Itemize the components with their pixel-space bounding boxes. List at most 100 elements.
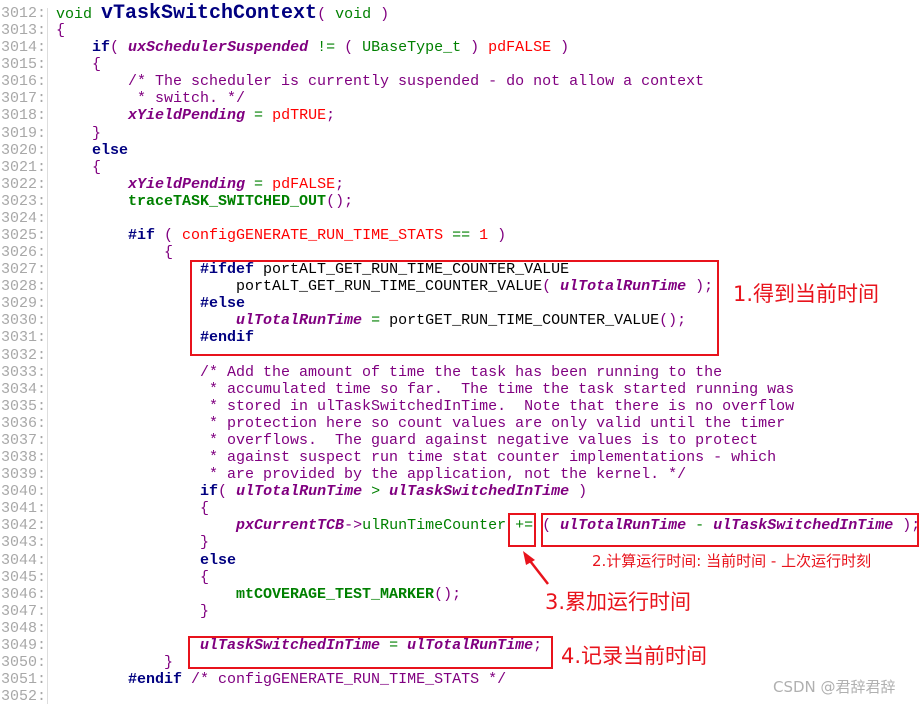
line-number: 3029: bbox=[0, 295, 46, 313]
highlight-box-record-time bbox=[188, 636, 553, 669]
line-number: 3044: bbox=[0, 551, 46, 569]
line-number: 3037: bbox=[0, 431, 46, 449]
code-text: xYieldPending = pdFALSE; bbox=[56, 176, 344, 193]
code-token: ) bbox=[560, 39, 570, 57]
code-token: mtCOVERAGE_TEST_MARKER bbox=[236, 585, 435, 603]
code-token: 1 bbox=[479, 227, 498, 245]
highlight-box-compute-runtime bbox=[541, 513, 919, 547]
line-number: 3046: bbox=[0, 585, 46, 603]
line-number: 3043: bbox=[0, 534, 46, 552]
code-token: /* Add the amount of time the task has b… bbox=[56, 363, 723, 381]
code-token: if bbox=[200, 483, 219, 501]
line-number: 3014: bbox=[0, 39, 46, 57]
code-token: } bbox=[56, 534, 210, 552]
code-text: xYieldPending = pdTRUE; bbox=[56, 107, 335, 124]
line-number: 3041: bbox=[0, 500, 46, 518]
code-token: ( bbox=[110, 39, 129, 57]
line-number: 3015: bbox=[0, 56, 46, 74]
code-token: * stored in ulTaskSwitchedInTime. Note t… bbox=[56, 397, 795, 415]
line-number: 3020: bbox=[0, 141, 46, 159]
code-token: ; bbox=[326, 107, 336, 125]
code-text: else bbox=[56, 552, 236, 569]
line-number: 3022: bbox=[0, 175, 46, 193]
annotation-accumulate-runtime: 3.累加运行时间 bbox=[545, 590, 692, 614]
code-text: #if ( configGENERATE_RUN_TIME_STATS == 1… bbox=[56, 227, 506, 244]
code-token: ( bbox=[164, 227, 183, 245]
gutter-divider bbox=[47, 8, 48, 704]
code-text: } bbox=[56, 603, 209, 620]
line-number: 3021: bbox=[0, 158, 46, 176]
code-text: #endif /* configGENERATE_RUN_TIME_STATS … bbox=[56, 671, 506, 688]
code-token: pdFALSE bbox=[488, 39, 561, 57]
code-token: * accumulated time so far. The time the … bbox=[56, 380, 795, 398]
code-token: else bbox=[200, 551, 237, 569]
line-number: 3050: bbox=[0, 653, 46, 671]
code-token: { bbox=[56, 22, 66, 40]
code-token: > bbox=[362, 483, 390, 501]
code-token: { bbox=[56, 56, 102, 74]
code-text: * switch. */ bbox=[56, 90, 245, 107]
code-token: configGENERATE_RUN_TIME_STATS bbox=[182, 227, 453, 245]
code-token: { bbox=[56, 244, 174, 262]
annotation-compute-runtime: 2.计算运行时间: 当前时间 - 上次运行时刻 bbox=[592, 552, 872, 570]
code-token: == bbox=[452, 227, 480, 245]
code-token: pxCurrentTCB bbox=[236, 517, 345, 535]
line-number: 3039: bbox=[0, 466, 46, 484]
code-token: (); bbox=[434, 585, 462, 603]
code-text: if( uxSchedulerSuspended != ( UBaseType_… bbox=[56, 39, 569, 56]
code-token: } bbox=[56, 124, 102, 142]
code-text: /* Add the amount of time the task has b… bbox=[56, 364, 722, 381]
code-token: ) bbox=[380, 6, 390, 23]
code-token: * overflows. The guard against negative … bbox=[56, 431, 759, 449]
highlight-box-get-time bbox=[190, 260, 719, 356]
code-token: } bbox=[56, 602, 210, 620]
code-text: * are provided by the application, not t… bbox=[56, 466, 686, 483]
line-number: 3052: bbox=[0, 688, 46, 705]
code-token: } bbox=[56, 653, 174, 671]
line-number: 3051: bbox=[0, 671, 46, 689]
line-number: 3016: bbox=[0, 73, 46, 91]
code-token: else bbox=[92, 141, 129, 159]
code-token: ) bbox=[569, 483, 588, 501]
code-text: } bbox=[56, 125, 101, 142]
code-text: { bbox=[56, 159, 101, 176]
code-token: pdFALSE bbox=[272, 175, 336, 193]
line-number: 3048: bbox=[0, 619, 46, 637]
line-number: 3030: bbox=[0, 312, 46, 330]
code-text: * stored in ulTaskSwitchedInTime. Note t… bbox=[56, 398, 794, 415]
line-number: 3032: bbox=[0, 346, 46, 364]
code-token: vTaskSwitchContext bbox=[101, 2, 318, 25]
code-token: = bbox=[245, 107, 273, 125]
code-token: ( bbox=[344, 39, 363, 57]
line-number: 3042: bbox=[0, 517, 46, 535]
line-number: 3034: bbox=[0, 380, 46, 398]
code-text: traceTASK_SWITCHED_OUT(); bbox=[56, 193, 353, 210]
code-text: } bbox=[56, 654, 173, 671]
code-text: * protection here so count values are on… bbox=[56, 415, 785, 432]
code-text: { bbox=[56, 56, 101, 73]
code-token: = bbox=[245, 175, 273, 193]
code-text: if( ulTotalRunTime > ulTaskSwitchedInTim… bbox=[56, 483, 587, 500]
code-token: #endif bbox=[128, 671, 192, 689]
code-token: ulTotalRunTime bbox=[236, 483, 363, 501]
watermark: CSDN @君辞君辞 bbox=[773, 678, 896, 696]
code-text: void vTaskSwitchContext( void ) bbox=[56, 2, 390, 25]
line-number: 3025: bbox=[0, 227, 46, 245]
code-text: else bbox=[56, 142, 128, 159]
code-text: { bbox=[56, 569, 209, 586]
code-token: ; bbox=[335, 175, 345, 193]
line-number: 3040: bbox=[0, 483, 46, 501]
code-text: mtCOVERAGE_TEST_MARKER(); bbox=[56, 586, 461, 603]
code-token: ) bbox=[497, 227, 507, 245]
code-token: ulRunTimeCounter bbox=[362, 517, 516, 535]
code-token: void bbox=[335, 6, 381, 23]
code-token: * are provided by the application, not t… bbox=[56, 466, 687, 484]
code-text: * against suspect run time stat counter … bbox=[56, 449, 776, 466]
